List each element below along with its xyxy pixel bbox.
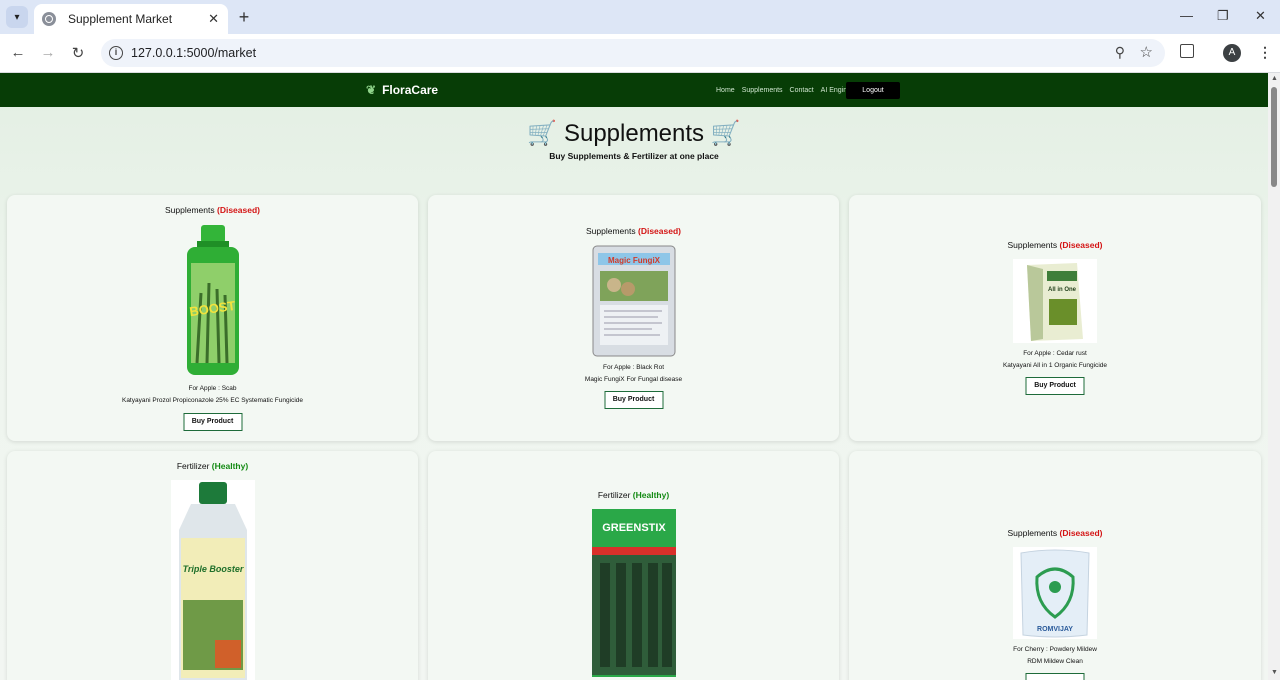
zoom-icon[interactable]: ⚲ xyxy=(1115,44,1125,61)
browser-menu-icon[interactable]: ⋮ xyxy=(1258,44,1272,61)
url-field[interactable]: i 127.0.0.1:5000/market ⚲ ☆ xyxy=(101,39,1165,67)
product-image-all-in-one: All in One xyxy=(1013,259,1097,343)
brand[interactable]: ❦ FloraCare xyxy=(366,83,438,97)
reload-icon[interactable]: ↻ xyxy=(69,44,87,62)
extensions-icon[interactable] xyxy=(1180,44,1194,58)
card-heading: Supplements (Diseased) xyxy=(1007,528,1103,538)
scroll-down-icon[interactable]: ▼ xyxy=(1271,669,1278,676)
buy-product-button[interactable]: Buy Product xyxy=(604,391,663,409)
card-heading: Supplements (Diseased) xyxy=(164,205,261,215)
minimize-icon[interactable]: — xyxy=(1180,8,1193,23)
brand-name: FloraCare xyxy=(382,83,439,97)
page-title: 🛒 Supplements 🛒 xyxy=(527,120,741,147)
svg-text:Magic FungiX: Magic FungiX xyxy=(608,256,661,265)
card-heading: Supplements (Diseased) xyxy=(585,226,682,236)
new-tab-button[interactable]: + xyxy=(236,7,252,27)
svg-text:All in One: All in One xyxy=(1048,287,1077,293)
buy-product-button[interactable]: Buy Product xyxy=(1025,377,1085,395)
product-card: Supplements (Diseased) BOOST For Apple :… xyxy=(7,195,418,441)
buy-product-button[interactable] xyxy=(1025,673,1085,680)
scrollbar-thumb[interactable] xyxy=(1271,87,1277,187)
product-image-romvijay: ROMVIJAY xyxy=(1013,547,1097,639)
forward-icon[interactable]: → xyxy=(39,44,57,61)
page-subtitle: Buy Supplements & Fertilizer at one plac… xyxy=(549,151,719,161)
market-page: ❦ FloraCare Home Supplements Contact AI … xyxy=(0,73,1268,680)
card-condition: For Apple : Black Rot xyxy=(602,364,665,371)
card-product-name: Magic FungiX For Fungal disease xyxy=(584,376,683,383)
tab-bar: ▾ Supplement Market ✕ + — ❐ ✕ xyxy=(0,0,1280,34)
card-product-name: Katyayani Prozol Propiconazole 25% EC Sy… xyxy=(121,397,303,404)
page-scrollbar[interactable]: ▲ ▼ xyxy=(1268,73,1280,680)
product-card: Supplements (Diseased) Magic FungiX For … xyxy=(428,195,839,441)
svg-text:Triple Booster: Triple Booster xyxy=(182,564,243,574)
card-product-name: Katyayani All in 1 Organic Fungicide xyxy=(1002,362,1108,369)
product-card: Supplements (Diseased) ROMVIJAY For Cher… xyxy=(849,451,1261,680)
address-bar-area: ← → ↻ i 127.0.0.1:5000/market ⚲ ☆ xyxy=(0,34,1280,73)
card-heading: Supplements (Diseased) xyxy=(1007,240,1103,250)
svg-text:ROMVIJAY: ROMVIJAY xyxy=(1037,626,1073,633)
product-image-greenstix: GREENSTIX xyxy=(591,509,676,677)
product-image-triple-booster: Triple Booster xyxy=(170,480,255,680)
tab-title: Supplement Market xyxy=(68,12,173,26)
nav-link-home[interactable]: Home xyxy=(716,87,735,94)
card-condition: For Apple : Scab xyxy=(188,385,237,392)
card-product-name: RDM Mildew Clean xyxy=(1027,658,1083,665)
nav-link-contact[interactable]: Contact xyxy=(790,87,814,94)
logout-button[interactable]: Logout xyxy=(846,82,900,99)
product-card: Fertilizer (Healthy) Triple Booster xyxy=(7,451,418,680)
url-text: 127.0.0.1:5000/market xyxy=(131,46,257,60)
svg-text:GREENSTIX: GREENSTIX xyxy=(602,522,666,534)
card-heading: Fertilizer (Healthy) xyxy=(597,490,670,500)
buy-product-button[interactable]: Buy Product xyxy=(183,413,242,431)
site-navbar: ❦ FloraCare Home Supplements Contact AI … xyxy=(0,73,1268,107)
browser-tab[interactable]: Supplement Market ✕ xyxy=(34,4,228,34)
restore-icon[interactable]: ❐ xyxy=(1217,8,1229,24)
back-icon[interactable]: ← xyxy=(9,44,27,61)
nav-links: Home Supplements Contact AI Engine xyxy=(716,87,851,94)
close-tab-icon[interactable]: ✕ xyxy=(208,11,219,27)
scroll-up-icon[interactable]: ▲ xyxy=(1271,75,1278,82)
close-window-icon[interactable]: ✕ xyxy=(1255,8,1266,24)
profile-avatar[interactable]: A xyxy=(1223,44,1241,62)
nav-link-supplements[interactable]: Supplements xyxy=(742,87,783,94)
card-condition: For Cherry : Powdery Mildew xyxy=(1013,646,1097,653)
leaf-icon: ❦ xyxy=(366,83,377,97)
product-card: Fertilizer (Healthy) GREENSTIX xyxy=(428,451,839,680)
bookmark-star-icon[interactable]: ☆ xyxy=(1140,43,1153,61)
card-condition: For Apple : Cedar rust xyxy=(1023,350,1087,357)
tab-search-dropdown[interactable]: ▾ xyxy=(6,6,28,28)
globe-icon xyxy=(42,12,56,26)
product-image-boost: BOOST xyxy=(186,225,239,375)
site-info-icon[interactable]: i xyxy=(109,46,123,60)
product-card: Supplements (Diseased) All in One For Ap… xyxy=(849,195,1261,441)
product-image-magic-fungix: Magic FungiX xyxy=(592,245,675,357)
card-heading: Fertilizer (Healthy) xyxy=(176,461,249,471)
